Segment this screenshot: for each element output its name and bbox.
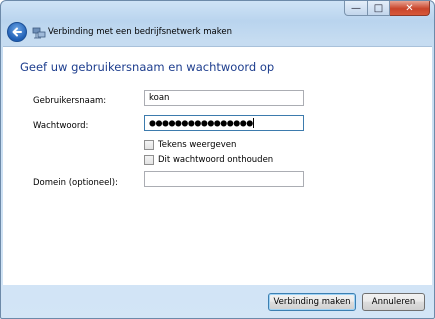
- remember-password-checkbox[interactable]: Dit wachtwoord onthouden: [144, 155, 273, 165]
- domain-field[interactable]: [144, 171, 304, 187]
- remember-password-label: Dit wachtwoord onthouden: [158, 155, 274, 165]
- wizard-title: Verbinding met een bedrijfsnetwerk maken: [48, 27, 232, 37]
- network-icon: [32, 27, 46, 39]
- username-field[interactable]: koan: [144, 90, 304, 106]
- text-cursor: [252, 118, 254, 128]
- main-panel: Geef uw gebruikersnaam en wachtwoord op …: [3, 46, 432, 285]
- minimize-button[interactable]: —: [344, 1, 368, 16]
- domain-label: Domein (optioneel):: [33, 178, 118, 188]
- remember-password-box[interactable]: [144, 155, 154, 165]
- cancel-button[interactable]: Annuleren: [362, 293, 425, 311]
- dialog-window: — □ ✕ Verbinding met een bedrijfsnetwerk…: [0, 0, 435, 319]
- password-field[interactable]: ●●●●●●●●●●●●●●●●: [144, 115, 304, 131]
- connect-button[interactable]: Verbinding maken: [268, 293, 356, 311]
- title-bar[interactable]: — □ ✕: [1, 1, 434, 19]
- button-bar: Verbinding maken Annuleren: [1, 285, 434, 318]
- back-button[interactable]: [7, 22, 27, 42]
- caption-buttons: — □ ✕: [344, 1, 430, 16]
- page-heading: Geef uw gebruikersnaam en wachtwoord op: [20, 60, 275, 74]
- password-mask: ●●●●●●●●●●●●●●●●: [149, 118, 253, 128]
- back-arrow-icon: [12, 27, 22, 37]
- close-button[interactable]: ✕: [390, 1, 430, 16]
- show-characters-label: Tekens weergeven: [158, 140, 237, 150]
- maximize-button[interactable]: □: [368, 1, 390, 16]
- password-label: Wachtwoord:: [33, 121, 89, 131]
- navigation-bar: Verbinding met een bedrijfsnetwerk maken: [1, 21, 434, 45]
- show-characters-box[interactable]: [144, 140, 154, 150]
- username-label: Gebruikersnaam:: [33, 96, 107, 106]
- show-characters-checkbox[interactable]: Tekens weergeven: [144, 140, 236, 150]
